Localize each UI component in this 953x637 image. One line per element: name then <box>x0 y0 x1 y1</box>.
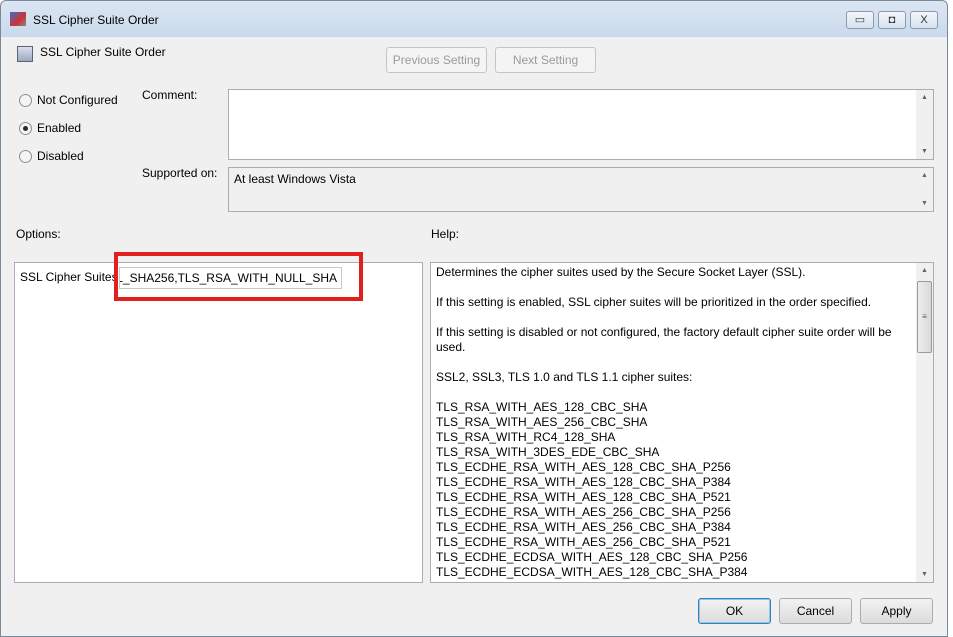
title-bar: SSL Cipher Suite Order ▭ ◘ X <box>1 1 947 37</box>
cipher-suite-item: TLS_ECDHE_RSA_WITH_AES_128_CBC_SHA_P384 <box>436 475 731 489</box>
cipher-suites-label: SSL Cipher Suites <box>20 270 118 284</box>
cipher-suite-item: TLS_ECDHE_RSA_WITH_AES_256_CBC_SHA_P521 <box>436 535 731 549</box>
help-scrollbar[interactable]: ▲ ≡ ▼ <box>916 263 933 582</box>
setting-name: SSL Cipher Suite Order <box>40 45 166 59</box>
policy-dialog: SSL Cipher Suite Order ▭ ◘ X SSL Cipher … <box>0 0 948 637</box>
close-button[interactable]: X <box>910 11 938 29</box>
ok-button[interactable]: OK <box>698 598 771 624</box>
cipher-suite-item: TLS_ECDHE_RSA_WITH_AES_128_CBC_SHA_P521 <box>436 490 731 504</box>
apply-button[interactable]: Apply <box>860 598 933 624</box>
comment-scrollbar[interactable]: ▲ ▼ <box>916 90 933 159</box>
cipher-suite-item: TLS_ECDHE_RSA_WITH_AES_256_CBC_SHA_P384 <box>436 520 731 534</box>
options-label: Options: <box>16 227 61 241</box>
supported-value: At least Windows Vista <box>234 172 356 186</box>
help-text: If this setting is disabled or not confi… <box>436 325 892 339</box>
supported-field: At least Windows Vista ▲ ▼ <box>228 167 934 212</box>
previous-setting-button[interactable]: Previous Setting <box>386 47 487 73</box>
help-text: SSL2, SSL3, TLS 1.0 and TLS 1.1 cipher s… <box>436 370 693 384</box>
radio-label: Disabled <box>37 149 84 163</box>
policy-icon <box>17 46 33 62</box>
cipher-suite-item: TLS_RSA_WITH_AES_256_CBC_SHA <box>436 415 648 429</box>
highlight-box <box>114 252 363 301</box>
comment-label: Comment: <box>142 88 198 102</box>
help-label: Help: <box>431 227 460 241</box>
help-text: used. <box>436 340 466 354</box>
radio-circle[interactable] <box>19 93 32 107</box>
cipher-suite-item: TLS_RSA_WITH_AES_128_CBC_SHA <box>436 400 648 414</box>
cipher-suite-item: TLS_RSA_WITH_RC4_128_SHA <box>436 430 616 444</box>
comment-input[interactable]: ▲ ▼ <box>228 89 934 160</box>
next-setting-button[interactable]: Next Setting <box>495 47 596 73</box>
radio-label: Enabled <box>37 121 82 135</box>
radio-circle[interactable] <box>19 149 32 163</box>
help-panel: Determines the cipher suites used by the… <box>430 262 934 583</box>
help-text: If this setting is enabled, SSL cipher s… <box>436 295 872 309</box>
cipher-suite-item: TLS_ECDHE_RSA_WITH_AES_256_CBC_SHA_P256 <box>436 505 731 519</box>
radio-label: Not Configured <box>37 93 118 107</box>
cancel-button[interactable]: Cancel <box>779 598 852 624</box>
cipher-suite-item: TLS_ECDHE_RSA_WITH_AES_128_CBC_SHA_P256 <box>436 460 731 474</box>
scrollbar-thumb[interactable]: ≡ <box>917 281 932 353</box>
window-title: SSL Cipher Suite Order <box>33 13 159 27</box>
cipher-suite-item: TLS_ECDHE_ECDSA_WITH_AES_128_CBC_SHA_P25… <box>436 550 748 564</box>
radio-circle[interactable] <box>19 121 32 135</box>
maximize-button[interactable]: ◘ <box>878 11 906 29</box>
help-text: Determines the cipher suites used by the… <box>436 265 806 279</box>
supported-scrollbar[interactable]: ▲ ▼ <box>916 168 933 211</box>
radio-not-configured[interactable]: Not Configured <box>19 93 118 107</box>
radio-enabled[interactable]: Enabled <box>19 121 81 135</box>
minimize-button[interactable]: ▭ <box>846 11 874 29</box>
cipher-suite-item: TLS_RSA_WITH_3DES_EDE_CBC_SHA <box>436 445 660 459</box>
cipher-suite-item: TLS_ECDHE_ECDSA_WITH_AES_128_CBC_SHA_P38… <box>436 565 748 579</box>
app-icon <box>10 12 26 26</box>
options-panel: SSL Cipher Suites NULL_SHA256,TLS_RSA_WI… <box>14 252 423 583</box>
radio-disabled[interactable]: Disabled <box>19 149 84 163</box>
supported-label: Supported on: <box>142 166 218 180</box>
